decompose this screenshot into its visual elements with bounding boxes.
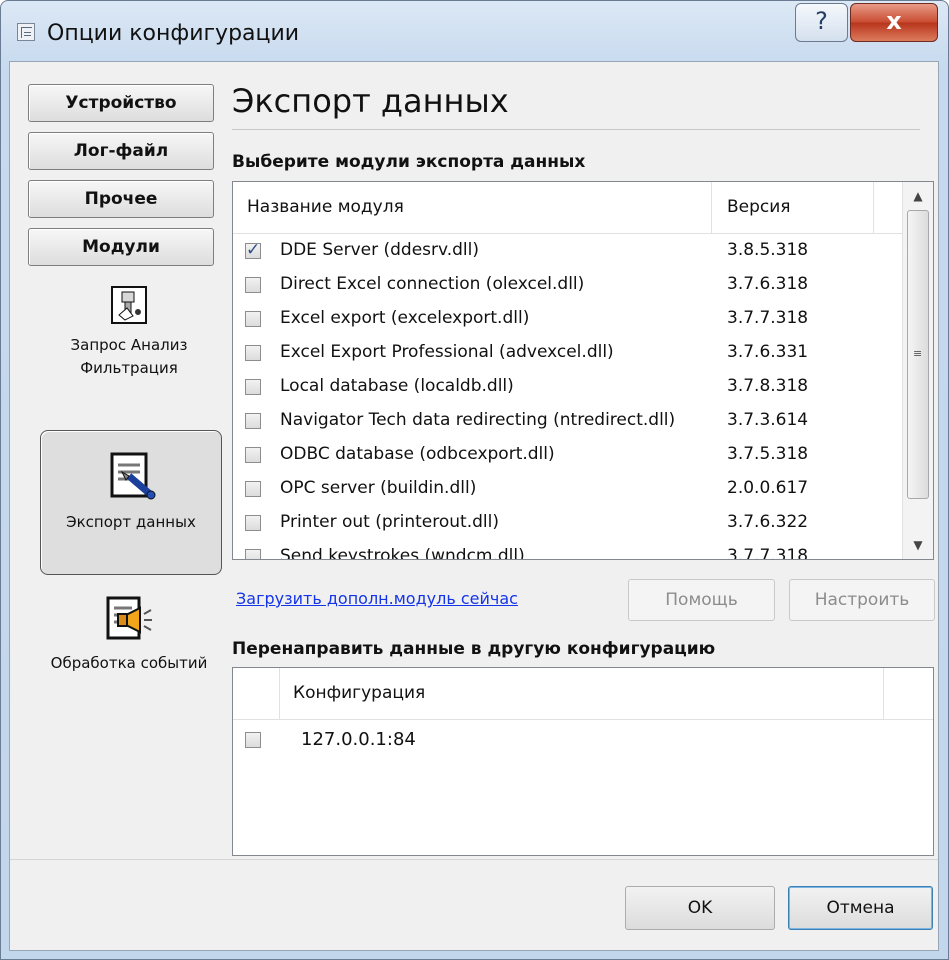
module-checkbox[interactable] [245, 447, 261, 463]
nav-data-export-label: Экспорт данных [66, 513, 196, 531]
ok-button[interactable]: OK [625, 886, 775, 930]
redirect-section-label: Перенаправить данные в другую конфигурац… [232, 639, 716, 659]
nav-query-analysis-tile[interactable]: Запрос Анализ Фильтрация [34, 284, 224, 394]
scroll-thumb[interactable]: ≡ [907, 210, 929, 499]
scroll-up-arrow-icon[interactable]: ▲ [903, 182, 933, 210]
module-checkbox[interactable] [245, 277, 261, 293]
query-analysis-filter-icon [111, 286, 147, 324]
module-version: 3.7.3.614 [727, 410, 809, 430]
nav-other-button[interactable]: Прочее [28, 180, 214, 218]
module-version: 3.7.7.318 [727, 546, 809, 560]
module-row[interactable]: ODBC database (odbcexport.dll) 3.7.5.318 [233, 438, 933, 472]
nav-modules-button[interactable]: Модули [28, 228, 214, 266]
module-checkbox[interactable] [245, 481, 261, 497]
module-row[interactable]: Send keystrokes (wndcm.dll) 3.7.7.318 [233, 540, 933, 560]
module-row[interactable]: Direct Excel connection (olexcel.dll) 3.7… [233, 268, 933, 302]
column-separator[interactable] [873, 182, 874, 233]
config-table-header: Конфигурация [233, 668, 933, 720]
configure-button[interactable]: Настроить [789, 579, 935, 621]
grip-icon: ≡ [913, 347, 923, 360]
module-checkbox[interactable] [245, 345, 261, 361]
module-row[interactable]: Excel Export Professional (advexcel.dll)… [233, 336, 933, 370]
module-version: 3.7.6.322 [727, 512, 809, 532]
module-name: OPC server (buildin.dll) [280, 478, 477, 498]
column-header-configuration[interactable]: Конфигурация [293, 668, 425, 719]
module-row[interactable]: Printer out (printerout.dll) 3.7.6.322 [233, 506, 933, 540]
app-icon [17, 23, 35, 41]
module-version: 2.0.0.617 [727, 478, 809, 498]
config-checkbox[interactable] [245, 732, 261, 748]
module-checkbox[interactable] [245, 240, 261, 260]
module-row[interactable]: Local database (localdb.dll) 3.7.8.318 [233, 370, 933, 404]
modules-listview[interactable]: Название модуля Версия DDE Server (ddesr… [232, 181, 934, 560]
nav-event-handling-label: Обработка событий [50, 654, 208, 672]
module-name: Direct Excel connection (olexcel.dll) [280, 274, 585, 294]
module-version: 3.7.7.318 [727, 308, 809, 328]
nav-log-file-button[interactable]: Лог-файл [28, 132, 214, 170]
module-version: 3.7.6.318 [727, 274, 809, 294]
module-checkbox[interactable] [245, 515, 261, 531]
event-handling-icon [106, 596, 152, 640]
module-checkbox[interactable] [245, 413, 261, 429]
cancel-button[interactable]: Отмена [788, 886, 933, 930]
title-bar: Опции конфигурации ? x [1, 1, 948, 59]
dialog-footer: OK Отмена [10, 859, 938, 950]
nav-data-export-tile[interactable]: Экспорт данных [40, 430, 222, 575]
module-checkbox[interactable] [245, 549, 261, 559]
module-row[interactable]: Navigator Tech data redirecting (ntredir… [233, 404, 933, 438]
close-button[interactable]: x [850, 3, 938, 42]
module-version: 3.7.6.331 [727, 342, 809, 362]
dialog-body: Устройство Лог-файл Прочее Модули Запрос… [9, 61, 939, 951]
module-name: ODBC database (odbcexport.dll) [280, 444, 555, 464]
config-row[interactable]: 127.0.0.1:84 [233, 724, 933, 758]
scroll-down-arrow-icon[interactable]: ▼ [903, 531, 933, 559]
nav-event-handling-tile[interactable]: Обработка событий [34, 594, 224, 714]
module-row[interactable]: DDE Server (ddesrv.dll) 3.8.5.318 [233, 234, 933, 268]
module-rows: DDE Server (ddesrv.dll) 3.8.5.318 Direct E… [233, 234, 933, 560]
nav-device-button[interactable]: Устройство [28, 84, 214, 122]
module-checkbox[interactable] [245, 311, 261, 327]
module-name: DDE Server (ddesrv.dll) [280, 240, 480, 260]
modules-table-header: Название модуля Версия [233, 182, 933, 234]
config-address: 127.0.0.1:84 [301, 729, 416, 750]
config-listview[interactable]: Конфигурация 127.0.0.1:84 [232, 667, 934, 856]
module-checkbox[interactable] [245, 379, 261, 395]
module-name: Navigator Tech data redirecting (ntredir… [280, 410, 676, 430]
column-separator[interactable] [279, 668, 280, 719]
page-title: Экспорт данных [232, 82, 509, 120]
module-row[interactable]: Excel export (excelexport.dll) 3.7.7.318 [233, 302, 933, 336]
module-row[interactable]: OPC server (buildin.dll) 2.0.0.617 [233, 472, 933, 506]
title-divider [232, 129, 920, 130]
nav-query-analysis-label: Запрос Анализ Фильтрация [70, 336, 188, 377]
data-export-icon [110, 452, 156, 500]
column-separator[interactable] [883, 668, 884, 719]
column-header-module-name[interactable]: Название модуля [247, 182, 404, 233]
column-header-version[interactable]: Версия [727, 182, 791, 233]
column-separator[interactable] [711, 182, 712, 233]
module-name: Send keystrokes (wndcm.dll) [280, 546, 525, 560]
module-name: Excel export (excelexport.dll) [280, 308, 530, 328]
module-name: Excel Export Professional (advexcel.dll) [280, 342, 614, 362]
module-version: 3.8.5.318 [727, 240, 809, 260]
modules-section-label: Выберите модули экспорта данных [232, 152, 586, 172]
module-name: Printer out (printerout.dll) [280, 512, 499, 532]
module-version: 3.7.5.318 [727, 444, 809, 464]
window-title: Опции конфигурации [47, 21, 300, 46]
config-options-dialog: Опции конфигурации ? x Устройство Лог-фа… [0, 0, 949, 960]
modules-vertical-scrollbar[interactable]: ▲ ≡ ▼ [902, 182, 933, 559]
help-button[interactable]: Помощь [628, 579, 775, 621]
help-title-button[interactable]: ? [795, 3, 848, 42]
module-name: Local database (localdb.dll) [280, 376, 514, 396]
module-version: 3.7.8.318 [727, 376, 809, 396]
download-module-link[interactable]: Загрузить дополн.модуль сейчас [236, 589, 518, 608]
